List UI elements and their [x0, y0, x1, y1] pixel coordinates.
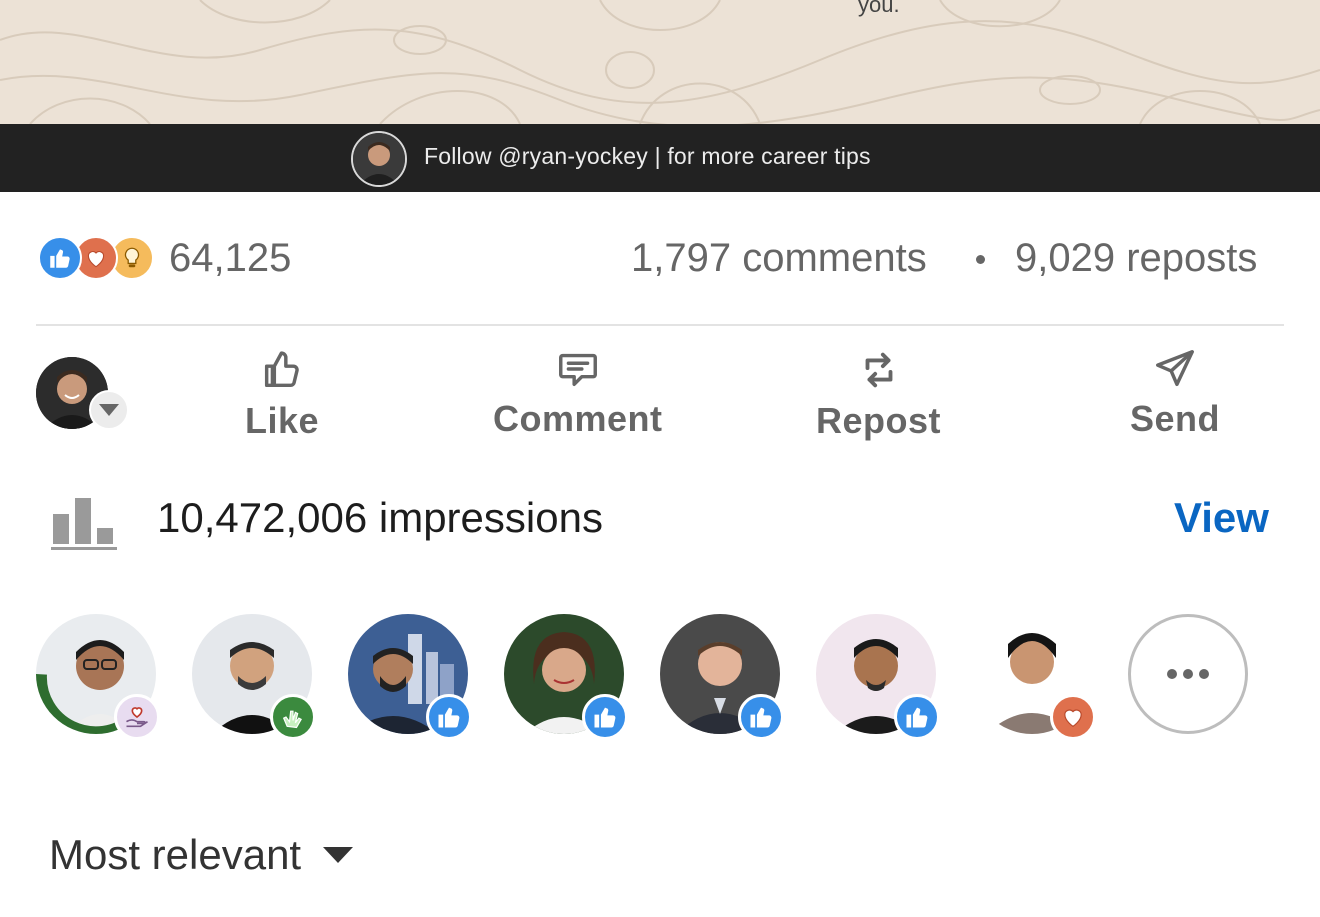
like-button[interactable]: Like: [245, 346, 319, 442]
impressions-row: 10,472,006 impressions View: [0, 486, 1320, 556]
reactor-avatar[interactable]: [816, 614, 940, 740]
reactor-avatar[interactable]: [660, 614, 784, 740]
reactions-count[interactable]: 64,125: [169, 236, 291, 281]
more-reactors-button[interactable]: [1128, 614, 1248, 734]
divider: [36, 324, 1284, 326]
sort-label: Most relevant: [49, 831, 302, 878]
celebrate-icon: [270, 694, 316, 740]
reactor-avatar[interactable]: [36, 614, 160, 740]
like-icon: [738, 694, 784, 740]
impressions-count: 10,472,006 impressions: [157, 494, 603, 541]
post-caption-fragment: you.: [858, 0, 900, 17]
social-counts-bar: 64,125 1,797 comments 9,029 reposts: [0, 230, 1320, 290]
thumbs-up-icon: [264, 351, 299, 388]
more-icon: [1167, 669, 1209, 679]
send-button[interactable]: Send: [1130, 346, 1220, 440]
comment-button[interactable]: Comment: [493, 346, 663, 440]
repost-label: Repost: [816, 400, 942, 441]
reactor-avatar[interactable]: [348, 614, 472, 740]
view-analytics-link[interactable]: View: [1174, 494, 1269, 542]
like-icon: [582, 694, 628, 740]
comment-icon: [558, 353, 597, 387]
action-bar: Like Comment Repost Send: [0, 340, 1320, 450]
love-icon: [1050, 694, 1096, 740]
support-icon: [114, 694, 160, 740]
like-label: Like: [245, 400, 320, 441]
comments-count[interactable]: 1,797 comments: [631, 236, 927, 281]
reposts-count[interactable]: 9,029 reposts: [1015, 236, 1257, 281]
chevron-down-icon: [99, 404, 119, 416]
follow-banner-text: Follow @ryan-yockey | for more career ti…: [424, 143, 871, 169]
reactor-avatar[interactable]: [192, 614, 316, 740]
like-icon: [426, 694, 472, 740]
analytics-bar-chart-icon: [51, 498, 117, 550]
separator-dot: [976, 255, 985, 264]
actor-switch-caret[interactable]: [89, 390, 129, 430]
send-label: Send: [1130, 398, 1221, 439]
reactor-avatar[interactable]: [504, 614, 628, 740]
reactors-list: [0, 614, 1320, 740]
repost-icon: [865, 352, 892, 388]
post-image[interactable]: you.: [0, 0, 1320, 124]
repost-button[interactable]: Repost: [816, 346, 941, 442]
topographic-pattern: [0, 0, 1320, 124]
send-icon: [1156, 350, 1194, 387]
chevron-down-icon: [323, 847, 354, 863]
comment-label: Comment: [493, 398, 663, 439]
reactor-avatar[interactable]: [972, 614, 1096, 740]
comment-sort-dropdown[interactable]: Most relevant: [49, 830, 354, 880]
like-icon: [894, 694, 940, 740]
author-avatar: [351, 131, 407, 187]
like-icon: [38, 236, 82, 280]
reaction-icons[interactable]: [38, 236, 156, 280]
